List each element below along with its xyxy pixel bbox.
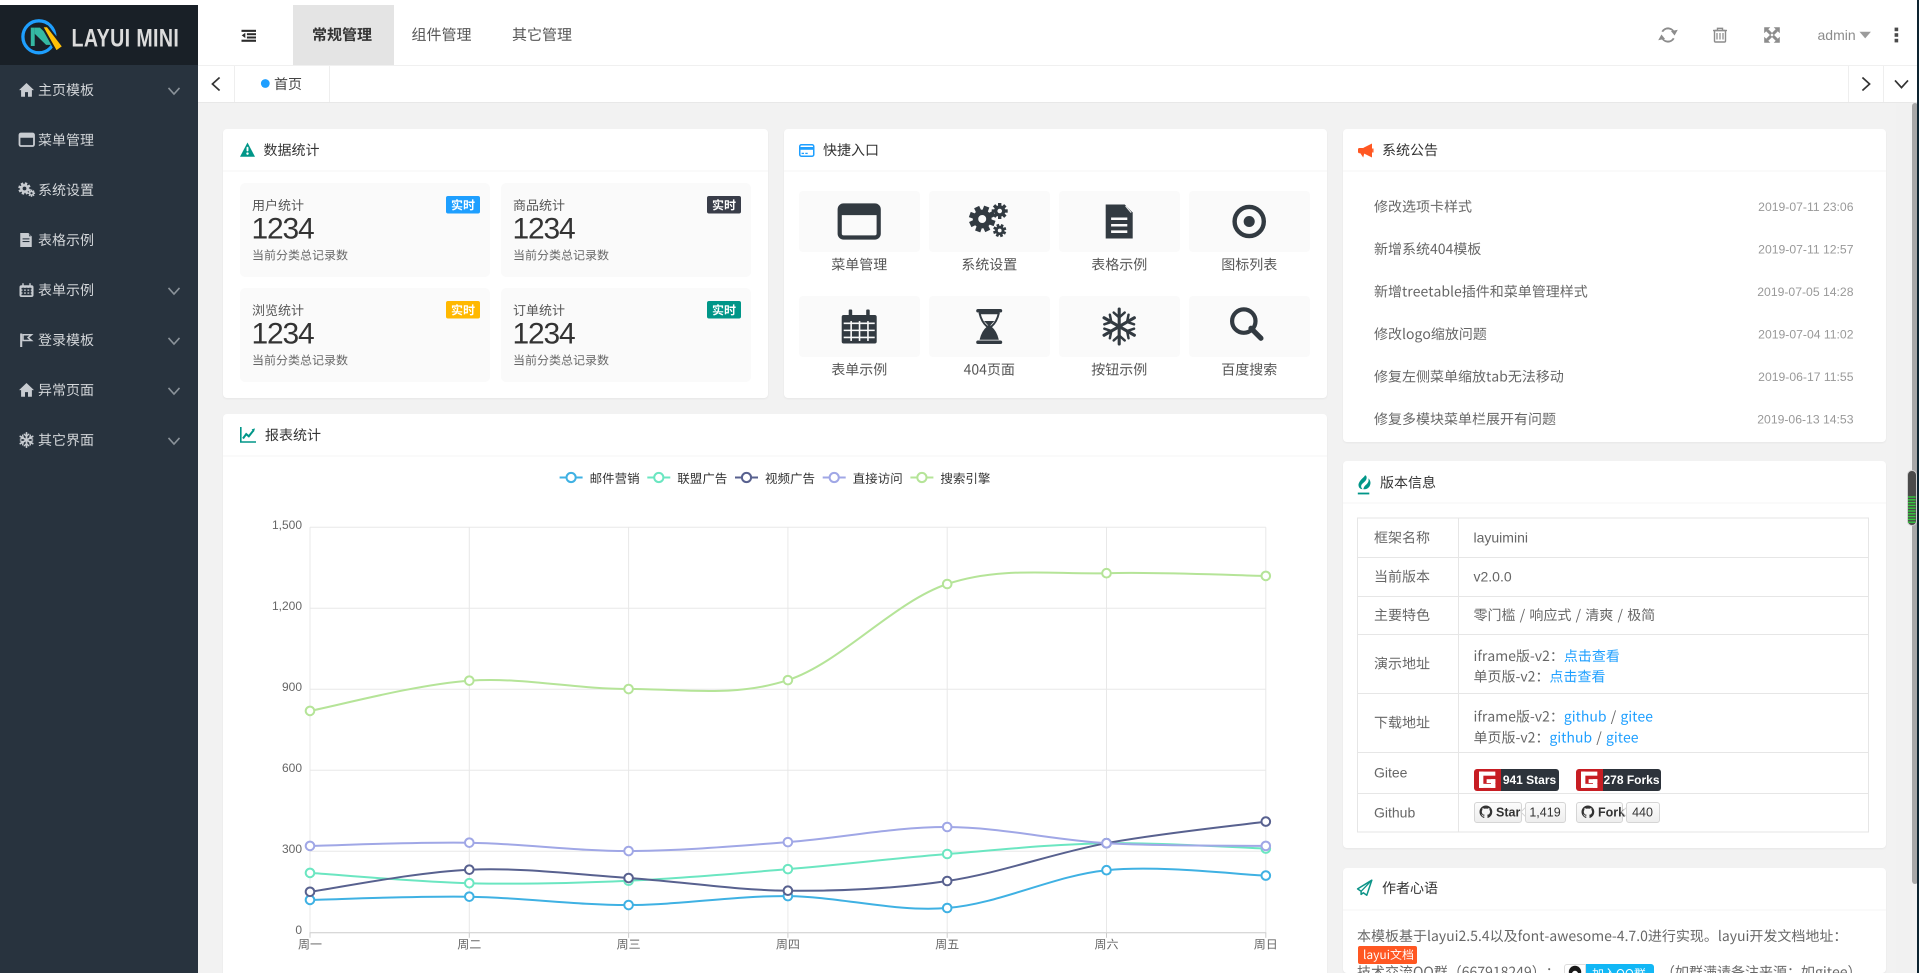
svg-text:941 Stars: 941 Stars — [1503, 773, 1557, 787]
svg-text:2019-07-05 14:28: 2019-07-05 14:28 — [1757, 285, 1853, 299]
svg-text:1234: 1234 — [252, 318, 314, 351]
svg-text:0: 0 — [295, 923, 302, 937]
svg-text:600: 600 — [282, 761, 302, 775]
svg-text:1234: 1234 — [513, 213, 575, 246]
svg-text:v2.0.0: v2.0.0 — [1474, 569, 1512, 585]
svg-text:440: 440 — [1632, 806, 1653, 820]
svg-text:2019-06-13 14:53: 2019-06-13 14:53 — [1757, 413, 1853, 427]
svg-text:Github: Github — [1374, 805, 1415, 821]
svg-text:admin: admin — [1818, 27, 1856, 43]
svg-text:2019-07-04 11:02: 2019-07-04 11:02 — [1758, 328, 1854, 342]
svg-text:300: 300 — [282, 842, 302, 856]
svg-text:Fork: Fork — [1598, 806, 1625, 820]
svg-text:1,200: 1,200 — [272, 599, 302, 613]
svg-text:Gitee: Gitee — [1374, 765, 1408, 781]
svg-text:900: 900 — [282, 680, 302, 694]
svg-text:1,419: 1,419 — [1529, 806, 1560, 820]
svg-text:278 Forks: 278 Forks — [1603, 773, 1659, 787]
svg-text:LAYUI MINI: LAYUI MINI — [72, 24, 180, 52]
svg-text:2019-06-17 11:55: 2019-06-17 11:55 — [1758, 370, 1854, 384]
svg-text:1234: 1234 — [252, 213, 314, 246]
svg-text:2019-07-11 23:06: 2019-07-11 23:06 — [1758, 200, 1854, 214]
svg-text:Star: Star — [1496, 806, 1520, 820]
svg-text:1234: 1234 — [513, 318, 575, 351]
svg-text:2019-07-11 12:57: 2019-07-11 12:57 — [1758, 243, 1854, 257]
svg-text:1,500: 1,500 — [272, 518, 302, 532]
svg-text:layuimini: layuimini — [1474, 530, 1528, 546]
